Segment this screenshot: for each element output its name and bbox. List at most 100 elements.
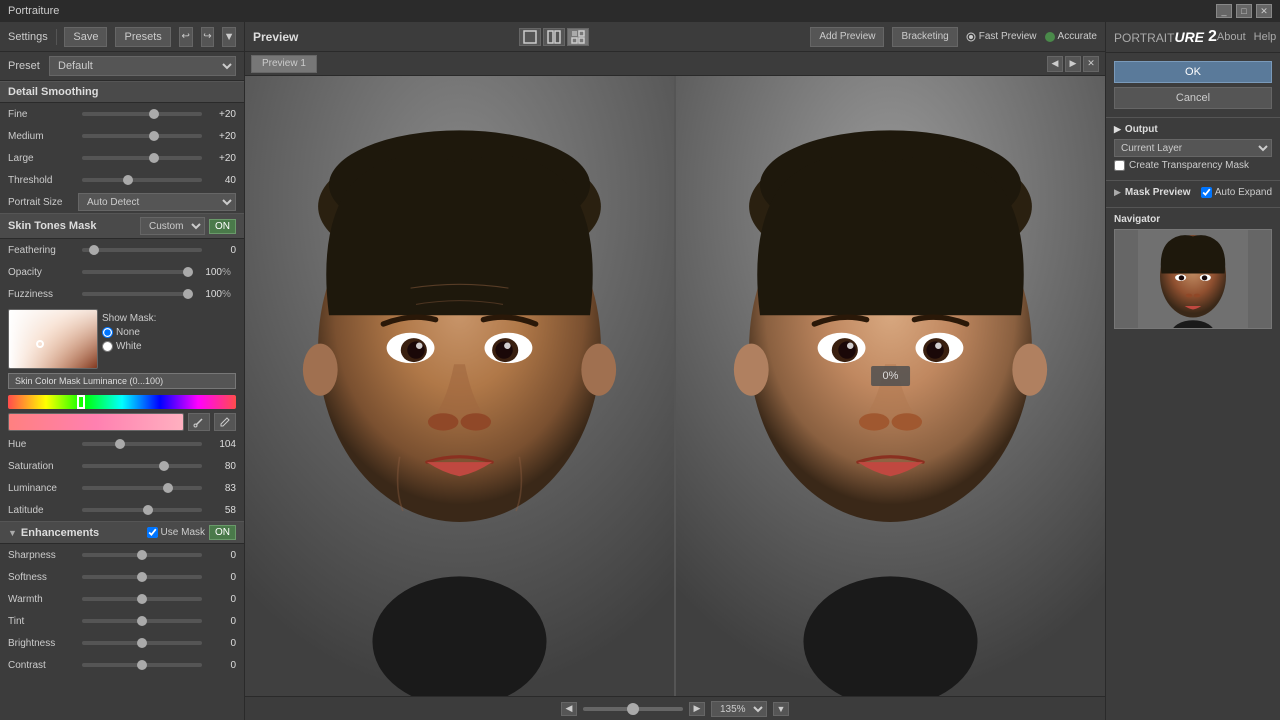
- use-mask-checkbox-row: Use Mask: [147, 527, 205, 538]
- maximize-button[interactable]: □: [1236, 4, 1252, 18]
- tint-thumb: [137, 616, 147, 626]
- preset-select[interactable]: Default: [49, 56, 236, 76]
- dual-view-button[interactable]: [567, 28, 589, 46]
- softness-track: [82, 575, 202, 579]
- large-label: Large: [8, 153, 78, 164]
- hue-bar[interactable]: [8, 395, 236, 409]
- use-mask-checkbox[interactable]: [147, 527, 158, 538]
- collapse-arrow-icon: ▼: [8, 528, 17, 538]
- luminance-thumb: [163, 483, 173, 493]
- navigator-svg: [1138, 229, 1248, 329]
- create-mask-checkbox[interactable]: [1114, 160, 1125, 171]
- add-preview-button[interactable]: Add Preview: [810, 27, 884, 47]
- mask-arrow-icon: ▶: [1114, 187, 1121, 198]
- latitude-track: [82, 508, 202, 512]
- large-row: Large +20: [0, 147, 244, 169]
- feathering-thumb: [89, 245, 99, 255]
- latitude-row: Latitude 58: [0, 499, 244, 521]
- redo-button[interactable]: ↪: [201, 27, 215, 47]
- output-layer-select[interactable]: Current Layer: [1114, 139, 1272, 157]
- help-link[interactable]: Help: [1254, 31, 1277, 43]
- minimize-button[interactable]: _: [1216, 4, 1232, 18]
- skin-tones-header: Skin Tones Mask Custom ON: [0, 213, 244, 239]
- show-mask-white-row[interactable]: White: [102, 341, 156, 352]
- skin-tones-on-button[interactable]: ON: [209, 219, 236, 234]
- warmth-label: Warmth: [8, 594, 78, 605]
- split-view-button[interactable]: [543, 28, 565, 46]
- brightness-track: [82, 641, 202, 645]
- tint-value: 0: [206, 616, 236, 627]
- fine-track: [82, 112, 202, 116]
- opacity-row: Opacity 100 %: [0, 261, 244, 283]
- ok-button[interactable]: OK: [1114, 61, 1272, 83]
- main-container: Settings Save Presets ↩ ↪ ▼ Preset Defau…: [0, 22, 1280, 720]
- cancel-button[interactable]: Cancel: [1114, 87, 1272, 109]
- luminance-track: [82, 486, 202, 490]
- enhancements-on-button[interactable]: ON: [209, 525, 236, 540]
- undo-button[interactable]: ↩: [179, 27, 193, 47]
- scroll-right-button[interactable]: ▶: [689, 702, 705, 716]
- saturation-label: Saturation: [8, 461, 78, 472]
- show-mask-none-row[interactable]: None: [102, 327, 156, 338]
- color-gradient[interactable]: [8, 309, 98, 369]
- fine-label: Fine: [8, 109, 78, 120]
- fuzziness-value: 100: [192, 289, 222, 300]
- contrast-thumb: [137, 660, 147, 670]
- processed-image: [676, 76, 1105, 696]
- image-right: 0%: [676, 76, 1105, 696]
- color-mask-tooltip: Skin Color Mask Luminance (0...100): [8, 373, 236, 389]
- preview-title: Preview: [253, 30, 298, 44]
- portraiture-ure: URE: [1174, 29, 1204, 45]
- bottom-bar: ◀ ▶ 135% 100% 75% 50% ▼: [245, 696, 1105, 720]
- scroll-thumb[interactable]: [627, 703, 639, 715]
- color-picker-area: Show Mask: None White Skin Color Mask Lu…: [0, 305, 244, 393]
- save-button[interactable]: Save: [64, 27, 107, 47]
- mask-preview-row: ▶ Mask Preview Auto Expand: [1114, 187, 1272, 198]
- show-mask-white-radio[interactable]: [102, 341, 113, 352]
- eyedropper-button[interactable]: [188, 413, 210, 431]
- auto-expand-checkbox[interactable]: [1201, 187, 1212, 198]
- fine-thumb: [149, 109, 159, 119]
- saturation-track: [82, 464, 202, 468]
- brightness-label: Brightness: [8, 638, 78, 649]
- image-area: 0%: [245, 76, 1105, 696]
- brightness-value: 0: [206, 638, 236, 649]
- softness-row: Softness 0: [0, 566, 244, 588]
- sharpness-label: Sharpness: [8, 550, 78, 561]
- detail-smoothing-header: Detail Smoothing: [0, 81, 244, 103]
- sharpness-row: Sharpness 0: [0, 544, 244, 566]
- titlebar: Portraiture _ □ ✕: [0, 0, 1280, 22]
- single-view-button[interactable]: [519, 28, 541, 46]
- medium-thumb: [149, 131, 159, 141]
- brush-button[interactable]: [214, 413, 236, 431]
- next-button[interactable]: ▶: [1065, 56, 1081, 72]
- preview-tab-1[interactable]: Preview 1: [251, 55, 317, 73]
- close-preview-button[interactable]: ✕: [1083, 56, 1099, 72]
- softness-thumb: [137, 572, 147, 582]
- bracketing-button[interactable]: Bracketing: [892, 27, 957, 47]
- fast-preview-row: Add Preview Bracketing Fast Preview Accu…: [810, 27, 1097, 47]
- output-section: ▶ Output Current Layer Create Transparen…: [1106, 117, 1280, 180]
- prev-button[interactable]: ◀: [1047, 56, 1063, 72]
- scroll-left-button[interactable]: ◀: [561, 702, 577, 716]
- luminance-value: 83: [206, 483, 236, 494]
- luminance-label: Luminance: [8, 483, 78, 494]
- presets-button[interactable]: Presets: [115, 27, 170, 47]
- skin-tones-mode[interactable]: Custom: [140, 217, 205, 235]
- portrait-size-select[interactable]: Auto Detect: [78, 193, 236, 211]
- preset-label: Preset: [8, 60, 43, 72]
- preset-row: Preset Default: [0, 52, 244, 81]
- portraiture-prefix: PORTRAIT: [1114, 31, 1174, 45]
- more-button[interactable]: ▼: [222, 27, 236, 47]
- output-title: Output: [1125, 124, 1158, 135]
- show-mask-none-radio[interactable]: [102, 327, 113, 338]
- warmth-row: Warmth 0: [0, 588, 244, 610]
- medium-row: Medium +20: [0, 125, 244, 147]
- accurate-indicator: [1045, 32, 1055, 42]
- latitude-thumb: [143, 505, 153, 515]
- zoom-dropdown-button[interactable]: ▼: [773, 702, 789, 716]
- contrast-track: [82, 663, 202, 667]
- zoom-select[interactable]: 135% 100% 75% 50%: [711, 701, 767, 717]
- close-button[interactable]: ✕: [1256, 4, 1272, 18]
- about-link[interactable]: About: [1217, 31, 1246, 43]
